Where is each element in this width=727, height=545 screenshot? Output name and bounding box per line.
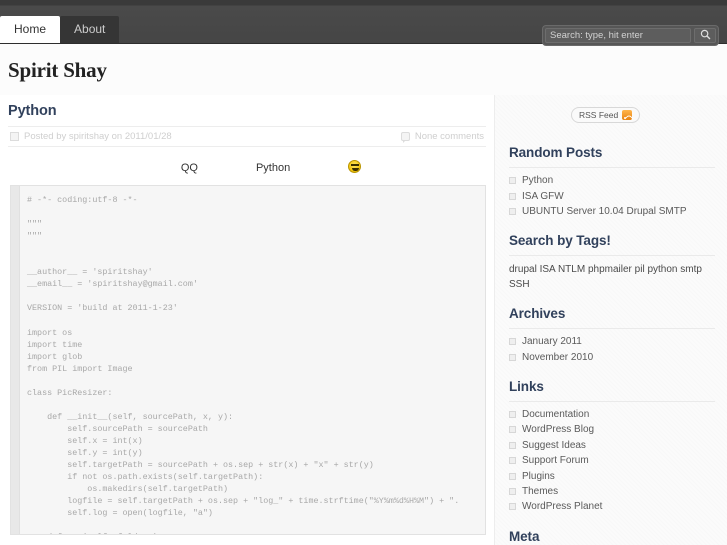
post-author-text: Posted by spiritshay on 2011/01/28 — [24, 131, 172, 142]
widget-title: Links — [509, 378, 544, 394]
list-bullet-icon — [509, 338, 516, 346]
list-item[interactable]: Plugins — [509, 468, 715, 483]
top-navigation-bar: Home About — [0, 0, 727, 46]
page-wrapper: Python Posted by spiritshay on 2011/01/2… — [0, 95, 727, 545]
list-item[interactable]: WordPress Blog — [509, 422, 715, 437]
list-item-label: WordPress Blog — [522, 424, 595, 436]
list-bullet-icon — [509, 411, 516, 419]
list-bullet-icon — [509, 457, 516, 465]
rss-icon — [622, 110, 633, 120]
widget-title: Random Posts — [509, 145, 603, 160]
list-bullet-icon — [509, 487, 516, 495]
archives-list: January 2011 November 2010 — [509, 334, 715, 365]
post-body-word-1: QQ — [180, 162, 198, 174]
tag-link[interactable]: pil — [635, 264, 645, 275]
links-list: Documentation WordPress Blog Suggest Ide… — [509, 407, 715, 515]
tag-link[interactable]: NTLM — [558, 264, 585, 275]
sidebar: RSS Feed Random Posts Python ISA GFW UBU… — [494, 95, 727, 545]
main-content: Python Posted by spiritshay on 2011/01/2… — [0, 95, 494, 535]
tag-link[interactable]: drupal — [509, 264, 537, 275]
list-bullet-icon — [509, 353, 516, 361]
post-title[interactable]: Python — [8, 103, 486, 119]
list-item[interactable]: January 2011 — [509, 334, 715, 349]
list-bullet-icon — [509, 503, 516, 511]
list-bullet-icon — [509, 441, 516, 449]
search-box — [542, 25, 719, 46]
list-item-label: Python — [522, 175, 554, 187]
widget-search-by-tags: Search by Tags! drupal ISA NTLM phpmaile… — [495, 233, 727, 292]
widget-divider — [509, 400, 715, 402]
search-icon — [700, 28, 711, 43]
widget-divider — [509, 167, 715, 168]
list-bullet-icon — [509, 426, 516, 434]
comment-bubble-icon — [400, 132, 410, 143]
widget-links: Links Documentation WordPress Blog Sugge… — [495, 379, 727, 515]
list-item-label: January 2011 — [522, 336, 582, 348]
smiley-face-icon — [348, 160, 362, 173]
code-text: # -*- coding:utf-8 -*- """ """ __author_… — [27, 195, 460, 534]
list-item[interactable]: Documentation — [509, 407, 715, 422]
list-bullet-icon — [509, 472, 516, 480]
site-title[interactable]: Spirit Shay — [8, 58, 727, 83]
list-item[interactable]: WordPress Planet — [509, 499, 715, 514]
widget-archives: Archives January 2011 November 2010 — [495, 306, 727, 365]
list-item-label: Documentation — [522, 409, 590, 421]
site-header: Spirit Shay — [0, 44, 727, 95]
code-block[interactable]: # -*- coding:utf-8 -*- """ """ __author_… — [10, 185, 486, 535]
rss-feed-badge[interactable]: RSS Feed — [571, 107, 641, 123]
post-comments-meta[interactable]: None comments — [400, 131, 484, 143]
search-input[interactable] — [545, 28, 691, 43]
list-item-label: ISA GFW — [522, 190, 564, 202]
calendar-icon — [10, 132, 19, 141]
widget-title: Meta — [509, 528, 540, 544]
list-bullet-icon — [509, 192, 516, 200]
post-author-meta: Posted by spiritshay on 2011/01/28 — [10, 131, 172, 142]
code-gutter — [11, 186, 20, 534]
widget-divider — [509, 328, 715, 330]
list-item[interactable]: Themes — [509, 484, 715, 499]
widget-random-posts: Random Posts Python ISA GFW UBUNTU Serve… — [495, 145, 727, 219]
list-item[interactable]: ISA GFW — [509, 188, 715, 203]
post-body: QQ Python — [8, 147, 486, 185]
list-item-label: WordPress Planet — [522, 501, 603, 513]
search-button[interactable] — [694, 28, 716, 43]
widget-title: Archives — [509, 306, 566, 322]
list-item-label: Themes — [522, 485, 559, 497]
list-item-label: Plugins — [522, 470, 555, 482]
list-item-label: Suggest Ideas — [522, 439, 586, 451]
post-meta: Posted by spiritshay on 2011/01/28 None … — [8, 126, 486, 147]
post-comments-text: None comments — [414, 131, 484, 142]
tag-link[interactable]: phpmailer — [588, 264, 632, 275]
list-item[interactable]: Suggest Ideas — [509, 438, 715, 453]
nav-item-about[interactable]: About — [60, 16, 120, 43]
post-body-word-2: Python — [255, 162, 291, 174]
list-item[interactable]: November 2010 — [509, 350, 715, 365]
rss-feed-label: RSS Feed — [579, 110, 619, 120]
list-item[interactable]: Python — [509, 173, 715, 188]
list-item[interactable]: Support Forum — [509, 453, 715, 468]
widget-meta: Meta Log in — [495, 529, 727, 545]
widget-title: Search by Tags! — [509, 233, 611, 249]
nav-item-home[interactable]: Home — [0, 16, 61, 43]
list-item[interactable]: UBUNTU Server 10.04 Drupal SMTP — [509, 204, 715, 219]
list-item-label: Support Forum — [522, 455, 589, 467]
tag-link[interactable]: python — [647, 264, 677, 275]
tag-link[interactable]: smtp — [680, 264, 702, 275]
list-item-label: November 2010 — [522, 351, 594, 363]
tag-cloud: drupal ISA NTLM phpmailer pil python smt… — [509, 261, 715, 292]
tag-link[interactable]: ISA — [540, 264, 556, 275]
primary-nav: Home About — [0, 16, 120, 43]
widget-divider — [509, 255, 715, 257]
random-posts-list: Python ISA GFW UBUNTU Server 10.04 Drupa… — [509, 173, 715, 219]
tag-link[interactable]: SSH — [509, 279, 530, 290]
list-item-label: UBUNTU Server 10.04 Drupal SMTP — [522, 205, 687, 217]
list-bullet-icon — [509, 207, 516, 215]
list-bullet-icon — [509, 177, 516, 185]
